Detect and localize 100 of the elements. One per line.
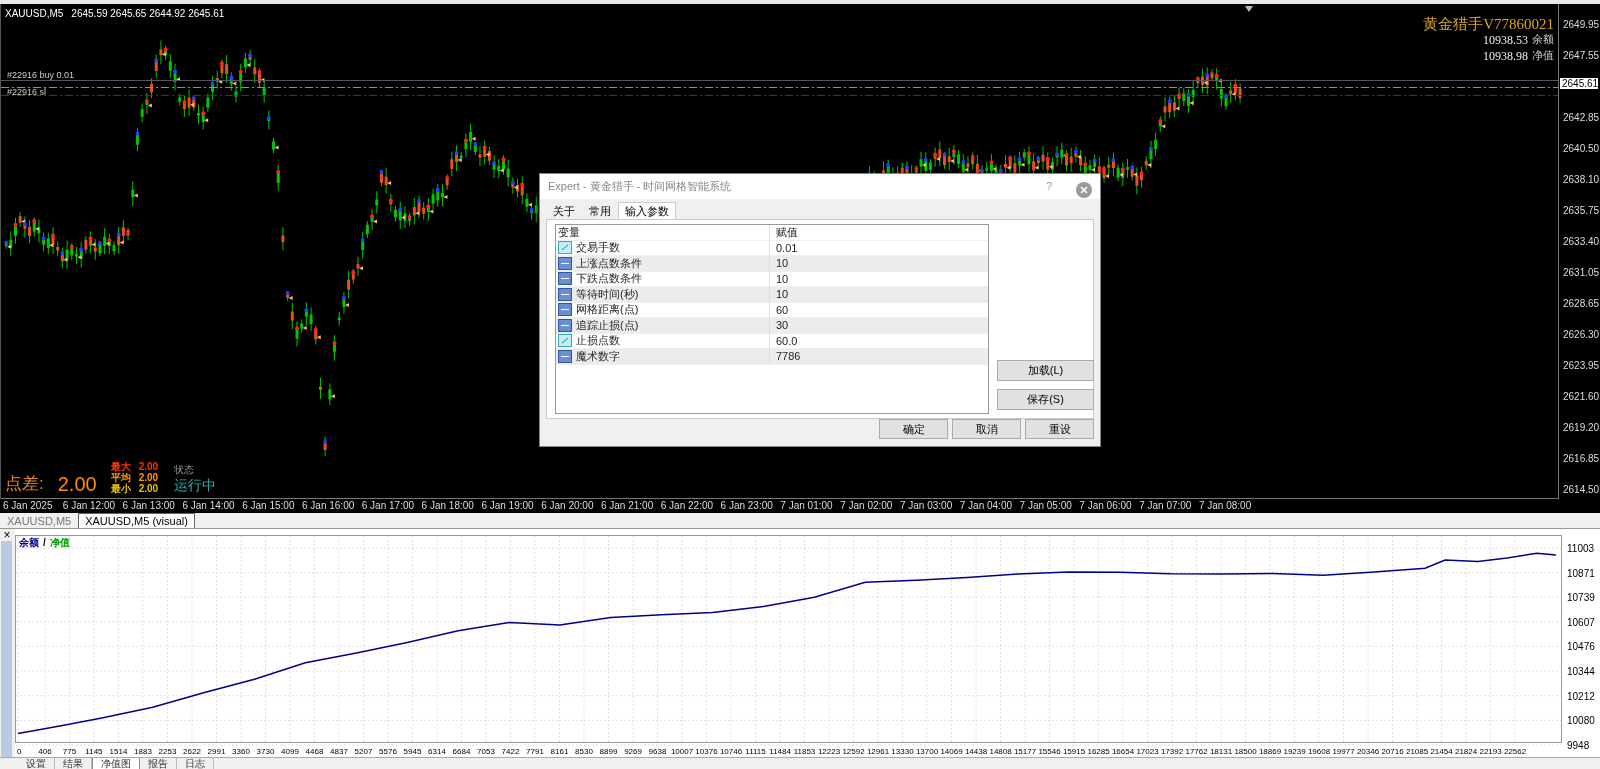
- dialog-tab[interactable]: 关于: [546, 201, 582, 219]
- dialog-tab[interactable]: 输入参数: [618, 201, 676, 219]
- tester-tab[interactable]: 净值图: [92, 758, 140, 769]
- axis-label: 15915: [1062, 747, 1086, 756]
- parameter-name: 网格距离(点): [576, 302, 639, 318]
- dialog-button[interactable]: 取消: [952, 419, 1021, 439]
- axis-label: 11003: [1567, 543, 1595, 554]
- parameter-value[interactable]: 10: [770, 271, 789, 286]
- parameter-name: 上涨点数条件: [576, 255, 642, 271]
- axis-label: 12961: [866, 747, 890, 756]
- parameter-type-icon: [558, 256, 572, 270]
- parameter-value[interactable]: 60.0: [770, 333, 798, 348]
- axis-label: 1883: [134, 747, 152, 756]
- time-axis-label: 7 Jan 05:00: [1019, 499, 1073, 513]
- parameter-type-icon: [558, 349, 572, 363]
- axis-label: 7053: [477, 747, 495, 756]
- axis-label: 11853: [793, 747, 816, 756]
- chart-tab[interactable]: XAUUSD,M5 (visual): [78, 513, 195, 528]
- chart-tab[interactable]: XAUUSD,M5: [0, 513, 79, 528]
- axis-label: 9638: [648, 747, 667, 756]
- axis-label: 12592: [842, 747, 865, 756]
- time-axis-label: 6 Jan 23:00: [720, 499, 774, 513]
- axis-label: 2253: [158, 747, 177, 756]
- axis-label: 8161: [550, 747, 569, 756]
- parameter-type-icon: [558, 303, 572, 317]
- time-axis-label: 7 Jan 08:00: [1198, 499, 1253, 513]
- price-axis-label: 2621.60: [1563, 391, 1600, 403]
- axis-label: 5945: [403, 747, 422, 756]
- time-axis-label: 6 Jan 19:00: [481, 499, 535, 513]
- price-axis-label: 2642.85: [1563, 112, 1600, 124]
- axis-label: 18500: [1234, 747, 1257, 756]
- tester-tab[interactable]: 日志: [177, 758, 214, 769]
- parameter-value[interactable]: 0.01: [770, 240, 798, 255]
- parameter-value[interactable]: 10: [770, 287, 789, 302]
- axis-label: 4468: [305, 747, 324, 756]
- parameter-type-icon: [558, 334, 572, 348]
- action-button[interactable]: 保存(S): [997, 389, 1094, 410]
- axis-label: 7422: [501, 747, 520, 756]
- price-axis-label: 2626.30: [1563, 329, 1600, 341]
- axis-label: 2991: [207, 747, 226, 756]
- axis-label: 406: [38, 747, 52, 756]
- time-axis-label: 7 Jan 04:00: [959, 499, 1013, 513]
- account-value: 10938.98: [1483, 48, 1528, 63]
- tester-tab[interactable]: 报告: [140, 758, 177, 769]
- axis-label: 14069: [940, 747, 963, 756]
- parameter-value[interactable]: 10: [770, 256, 789, 271]
- parameter-value[interactable]: 60: [770, 302, 789, 317]
- dialog-button[interactable]: 确定: [879, 419, 948, 439]
- axis-label: 14438: [964, 747, 988, 756]
- axis-label: 8899: [599, 747, 618, 756]
- parameter-name: 追踪止损(点): [576, 317, 639, 333]
- axis-label: 20716: [1381, 747, 1404, 756]
- parameter-type-icon: [558, 318, 572, 332]
- help-label: ?: [1045, 179, 1052, 195]
- parameter-value[interactable]: 7786: [770, 349, 801, 364]
- stat-label: 最大: [110, 461, 131, 472]
- spread-value: 2.00: [57, 474, 97, 494]
- dialog-tab[interactable]: 常用: [582, 201, 618, 219]
- axis-label: 10344: [1567, 666, 1595, 678]
- axis-label: 12223: [817, 747, 841, 756]
- axis-label: 10871: [1567, 567, 1595, 579]
- axis-label: 20346: [1356, 747, 1380, 756]
- time-axis-label: 6 Jan 12:00: [62, 499, 117, 513]
- dialog-button[interactable]: 重设: [1025, 419, 1094, 439]
- axis-label: 15177: [1013, 747, 1037, 756]
- axis-label: 15546: [1038, 747, 1061, 756]
- price-axis-label: 2638.10: [1563, 174, 1600, 186]
- tester-tab[interactable]: 设置: [18, 758, 55, 769]
- axis-label: 10080: [1567, 715, 1595, 727]
- axis-label: 10007: [670, 747, 694, 756]
- price-axis-label: 2647.55: [1563, 50, 1600, 62]
- parameter-name: 交易手数: [576, 240, 620, 256]
- axis-label: 14808: [989, 747, 1012, 756]
- price-readout: 2645.59 2645.65 2644.92 2645.61: [71, 8, 225, 20]
- axis-label: 1145: [85, 747, 103, 756]
- axis-label: 0: [17, 747, 22, 756]
- axis-label: 6314: [428, 747, 446, 756]
- axis-label: 6684: [452, 747, 471, 756]
- axis-label: 10376: [695, 747, 718, 756]
- time-axis-label: 6 Jan 16:00: [302, 499, 356, 513]
- axis-label: 19977: [1332, 747, 1355, 756]
- time-axis-label: 7 Jan 03:00: [899, 499, 954, 513]
- close-button[interactable]: [1076, 180, 1092, 197]
- axis-label: 4099: [281, 747, 299, 756]
- dropdown-icon[interactable]: [1245, 6, 1253, 12]
- action-button[interactable]: 加载(L): [997, 360, 1094, 381]
- axis-label: 9269: [624, 747, 642, 756]
- time-axis-label: 6 Jan 14:00: [182, 499, 236, 513]
- axis-label: 1514: [109, 747, 128, 756]
- close-button[interactable]: ×: [0, 529, 14, 541]
- column-header: 赋值: [775, 225, 798, 240]
- axis-label: 10212: [1567, 690, 1595, 702]
- parameter-type-icon: [558, 272, 572, 286]
- parameter-value[interactable]: 30: [770, 318, 789, 333]
- time-axis-label: 7 Jan 01:00: [780, 499, 834, 513]
- account-label: 净值: [1532, 48, 1554, 63]
- time-axis-label: 6 Jan 20:00: [541, 499, 595, 513]
- axis-label: 10746: [719, 747, 743, 756]
- axis-label: 16285: [1087, 747, 1110, 756]
- price-axis-label: 2616.85: [1563, 453, 1600, 465]
